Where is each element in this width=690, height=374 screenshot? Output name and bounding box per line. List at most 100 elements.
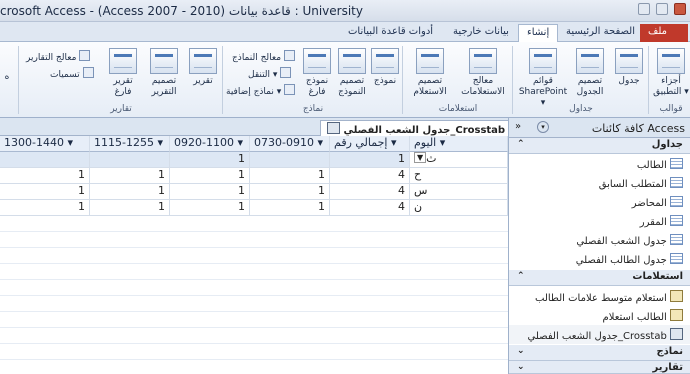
nav-item-table[interactable]: المحاضر: [509, 193, 690, 212]
form-design-button[interactable]: تصميم النموذج: [334, 48, 370, 98]
more-forms-button[interactable]: نماذج إضافية ▾: [226, 84, 296, 97]
table-cell-day[interactable]: ن: [410, 200, 508, 216]
blank-form-button[interactable]: نموذج فارغ: [300, 48, 334, 98]
table-cell[interactable]: 4: [330, 168, 410, 184]
table-cell[interactable]: 1: [250, 168, 330, 184]
column-header-1300-1440[interactable]: 1300-1440 ▾: [0, 136, 90, 152]
table-cell[interactable]: 1: [250, 200, 330, 216]
column-header-0730-0910[interactable]: 0730-0910 ▾: [250, 136, 330, 152]
table-cell[interactable]: [90, 152, 170, 168]
nav-item-query-selected[interactable]: جدول الشعب الفصلي_Crosstab: [509, 325, 690, 344]
close-icon[interactable]: [674, 3, 686, 15]
table-cell-day[interactable]: ح: [410, 168, 508, 184]
navigation-button[interactable]: التنقل ▾: [248, 67, 292, 80]
query-design-label: تصميم الاستعلام: [413, 76, 447, 97]
table-cell-day[interactable]: س: [410, 184, 508, 200]
collapse-icon[interactable]: ⌃: [517, 271, 525, 281]
expand-icon[interactable]: ⌄: [517, 346, 525, 356]
nav-menu-chevron-icon[interactable]: ▾: [537, 121, 549, 133]
nav-category-queries[interactable]: استعلامات ⌃: [509, 270, 690, 286]
app-parts-button[interactable]: أجزاء التطبيق ▾: [652, 48, 690, 98]
nav-category-tables[interactable]: جداول ⌃: [509, 138, 690, 154]
blank-report-button[interactable]: تقرير فارغ: [104, 48, 142, 98]
tab-create[interactable]: إنشاء: [518, 24, 559, 42]
shutter-bar-icon[interactable]: »: [515, 121, 521, 132]
nav-item-label: جدول الشعب الفصلي: [576, 236, 667, 247]
table-cell[interactable]: 4: [330, 184, 410, 200]
table-cell[interactable]: 1: [90, 200, 170, 216]
app-parts-icon: [657, 48, 685, 74]
nav-item-table[interactable]: الطالب: [509, 155, 690, 174]
table-cell[interactable]: 1: [90, 168, 170, 184]
nav-item-query[interactable]: استعلام متوسط علامات الطالب: [509, 287, 690, 306]
report-icon: [189, 48, 217, 74]
form-wizard-button[interactable]: معالج النماذج: [232, 50, 296, 63]
nav-item-table[interactable]: جدول الشعب الفصلي: [509, 231, 690, 250]
nav-item-table[interactable]: جدول الطالب الفصلي: [509, 250, 690, 269]
table-cell[interactable]: 1: [0, 168, 90, 184]
labels-button[interactable]: تسميات: [50, 67, 94, 80]
table-cell[interactable]: 1: [170, 152, 250, 168]
nav-title[interactable]: كافة كائنات Access: [592, 122, 685, 135]
table-cell[interactable]: 1: [330, 152, 410, 168]
group-reports: تقارير: [110, 104, 132, 114]
expand-icon[interactable]: ⌄: [517, 362, 525, 372]
nav-item-table[interactable]: المتطلب السابق: [509, 174, 690, 193]
form-button[interactable]: نموذج: [370, 48, 400, 87]
report-design-icon: [150, 48, 178, 74]
table-cell[interactable]: 1: [170, 184, 250, 200]
table-cell[interactable]: 1: [170, 168, 250, 184]
table-cell[interactable]: 1: [0, 200, 90, 216]
navigation-pane: كافة كائنات Access » ▾ جداول ⌃ الطالب ال…: [508, 118, 690, 374]
crosstab-query-icon: [327, 122, 340, 134]
cell-value: ث: [426, 152, 437, 165]
table-cell-day[interactable]: ث ▼: [410, 152, 508, 168]
table-icon: [670, 215, 683, 226]
report-wizard-icon: [79, 50, 91, 61]
nav-item-table[interactable]: المقرر: [509, 212, 690, 231]
table-cell[interactable]: 1: [250, 184, 330, 200]
tab-external-data[interactable]: بيانات خارجية: [445, 24, 517, 42]
tab-database-tools[interactable]: أدوات قاعدة البيانات: [340, 24, 441, 42]
document-tab[interactable]: جدول الشعب الفصلي_Crosstab: [320, 120, 513, 136]
nav-item-query[interactable]: الطالب استعلام: [509, 306, 690, 325]
sharepoint-lists-button[interactable]: قوائم SharePoint ▾: [516, 48, 570, 109]
table-cell[interactable]: 1: [90, 184, 170, 200]
column-header-0920-1100[interactable]: 0920-1100 ▾: [170, 136, 250, 152]
ribbon: أجزاء التطبيق ▾ قوالب جدول تصميم الجدول …: [0, 42, 690, 118]
minimize-icon[interactable]: [638, 3, 650, 15]
tab-home[interactable]: الصفحة الرئيسية: [558, 24, 643, 42]
query-icon: [670, 309, 683, 321]
nav-category-reports[interactable]: تقارير ⌄: [509, 361, 690, 374]
group-separator: [648, 46, 649, 114]
macros-partial-button[interactable]: ه: [0, 72, 14, 83]
table-cell[interactable]: 1: [170, 200, 250, 216]
report-button[interactable]: تقرير: [186, 48, 220, 87]
table-design-button[interactable]: تصميم الجدول: [570, 48, 610, 98]
nav-category-forms[interactable]: نماذج ⌄: [509, 345, 690, 361]
column-header-label: 1300-1440: [4, 136, 64, 149]
dropdown-arrow-icon[interactable]: ▼: [414, 152, 427, 163]
column-header-label: 1115-1255: [94, 136, 154, 149]
group-queries: استعلامات: [438, 104, 478, 114]
query-wizard-label: معالج الاستعلامات: [461, 76, 505, 97]
column-header-day[interactable]: اليوم ▾: [410, 136, 508, 152]
query-wizard-button[interactable]: معالج الاستعلامات: [456, 48, 510, 98]
table-button[interactable]: جدول: [612, 48, 646, 87]
query-design-button[interactable]: تصميم الاستعلام: [406, 48, 454, 98]
table-cell[interactable]: [250, 152, 330, 168]
table-cell[interactable]: 4: [330, 200, 410, 216]
app-parts-label: أجزاء التطبيق ▾: [653, 76, 689, 97]
maximize-icon[interactable]: [656, 3, 668, 15]
table-cell[interactable]: 1: [0, 184, 90, 200]
table-cell[interactable]: [0, 152, 90, 168]
table-design-icon: [576, 48, 604, 74]
nav-item-label: المقرر: [639, 217, 667, 228]
report-wizard-button[interactable]: معالج التقارير: [26, 50, 91, 63]
report-design-button[interactable]: تصميم التقرير: [144, 48, 184, 98]
navigation-icon: [280, 67, 292, 78]
collapse-icon[interactable]: ⌃: [517, 139, 525, 149]
column-header-1115-1255[interactable]: 1115-1255 ▾: [90, 136, 170, 152]
column-header-total[interactable]: إجمالي رقم ▾: [330, 136, 410, 152]
tab-file[interactable]: ملف: [640, 24, 688, 42]
